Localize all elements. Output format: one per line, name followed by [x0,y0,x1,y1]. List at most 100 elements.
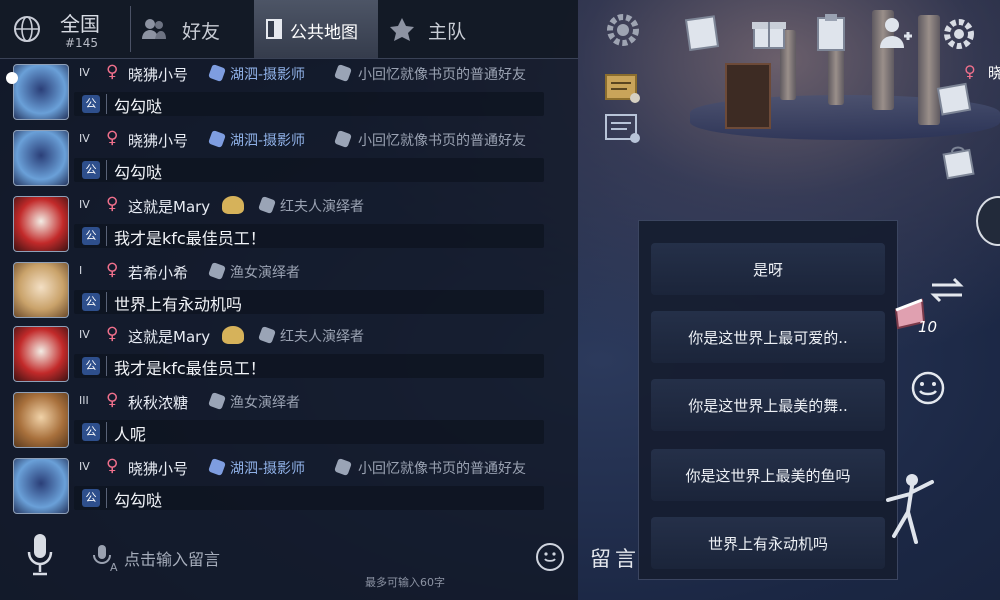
divider [106,488,107,508]
female-icon: ♀ [106,128,119,148]
quick-reply-panel: 是呀 你是这世界上最可爱的.. 你是这世界上最美的舞.. 你是这世界上最美的鱼吗… [638,220,898,580]
tab-team-label: 主队 [428,21,467,43]
tab-divider [130,6,131,52]
message-input[interactable] [124,546,504,572]
player-subtitle: 红夫人演绎者 [280,199,364,215]
public-channel-badge: 公 [82,357,100,375]
avatar[interactable] [13,196,69,252]
female-icon: ♀ [106,324,119,344]
emote-smiley-icon[interactable] [910,370,946,406]
divider [106,94,107,114]
avatar[interactable] [13,262,69,318]
rank-badge: III [79,394,89,407]
chat-message: IV ♀ 这就是Mary 红夫人演绎者 公 我才是kfc最佳员工！ [0,194,578,258]
player-subtitle: 渔女演绎者 [230,265,300,281]
public-channel-badge: 公 [82,489,100,507]
public-channel-badge: 公 [82,293,100,311]
public-channel-badge: 公 [82,95,100,113]
player-subtitle: 小回忆就像书页的普通好友 [358,461,526,477]
player-name[interactable]: 晓狒小号 [128,130,188,151]
chat-message: III ♀ 秋秋浓糖 渔女演绎者 公 人呢 [0,390,578,454]
message-text: 人呢 [114,425,147,444]
clipboard-icon[interactable] [812,12,852,54]
player-subtitle: 渔女演绎者 [230,395,300,411]
friend-request-icon[interactable] [876,12,918,54]
rank-badge: IV [79,66,90,79]
public-channel-badge: 公 [82,227,100,245]
avatar[interactable] [13,326,69,382]
dance-action-icon[interactable] [882,470,938,550]
settings-gear-icon[interactable] [940,15,978,53]
message-text: 勾勾哒 [114,163,163,182]
quick-reply-item[interactable]: 你是这世界上最美的舞.. [651,379,885,431]
title-gem-icon [208,392,226,410]
female-icon: ♀ [106,62,119,82]
post-message-button[interactable]: 留言 [590,543,640,573]
chat-message: IV ♀ 晓狒小号 湖泗-摄影师 小回忆就像书页的普通好友 公 勾勾哒 [0,128,578,192]
title-gem-icon [258,326,276,344]
chat-message: I ♀ 若希小希 渔女演绎者 公 世界上有永动机吗 [0,260,578,324]
swap-arrows-icon[interactable] [928,276,966,304]
player-name-partial: 晓 [988,64,1000,82]
shopping-bag-icon[interactable] [938,140,980,182]
female-icon: ♀ [106,456,119,476]
tab-national-rank: #145 [65,36,98,50]
player-name[interactable]: 这就是Mary [128,196,210,217]
avatar[interactable] [13,64,69,120]
exchange-card-icon[interactable] [682,12,724,54]
female-icon: ♀ [106,260,119,280]
player-name[interactable]: 晓狒小号 [128,458,188,479]
title-gem-icon [334,130,352,148]
chat-message: IV ♀ 晓狒小号 湖泗-摄影师 小回忆就像书页的普通好友 公 勾勾哒 [0,62,578,126]
player-name[interactable]: 晓狒小号 [128,64,188,85]
avatar[interactable] [13,458,69,514]
quick-reply-item[interactable]: 世界上有永动机吗 [651,517,885,569]
player-name[interactable]: 秋秋浓糖 [128,392,188,413]
tab-national-label: 全国 [60,12,100,36]
player-title: 湖泗-摄影师 [230,67,306,83]
avatar[interactable] [13,130,69,186]
female-icon: ♀ [106,390,119,410]
tab-friends[interactable]: 好友 [132,0,252,58]
microphone-icon[interactable] [25,530,55,578]
player-title: 湖泗-摄影师 [230,461,306,477]
message-settings-icon[interactable] [603,112,643,146]
title-gem-icon [208,458,226,476]
crown-badge-icon [222,326,244,344]
quick-reply-item[interactable]: 你是这世界上最美的鱼吗 [651,449,885,501]
avatar[interactable] [13,392,69,448]
unread-dot [6,72,18,84]
tab-friends-label: 好友 [182,21,221,43]
notice-board-icon[interactable] [603,72,643,106]
player-name[interactable]: 若希小希 [128,262,188,283]
title-gem-icon [208,130,226,148]
public-channel-badge: 公 [82,423,100,441]
gear-icon[interactable] [603,10,643,50]
input-limit-hint: 最多可输入60字 [365,576,445,589]
chat-message: IV ♀ 这就是Mary 红夫人演绎者 公 我才是kfc最佳员工！ [0,324,578,388]
divider [106,422,107,442]
rank-badge: IV [79,460,90,473]
player-name[interactable]: 这就是Mary [128,326,210,347]
photo-album-icon[interactable] [934,78,976,120]
cabinet [725,63,771,129]
tab-team[interactable]: 主队 [380,0,500,58]
public-channel-badge: 公 [82,161,100,179]
tab-national[interactable]: 全国 #145 [0,0,128,58]
chat-panel: 全国 #145 好友 公共地图 主队 IV ♀ 晓狒小号 湖泗-摄影师 小回忆就… [0,0,578,600]
quick-reply-item[interactable]: 是呀 [651,243,885,295]
map-book-icon [266,19,282,39]
player-subtitle: 小回忆就像书页的普通好友 [358,67,526,83]
gift-icon[interactable] [748,12,790,54]
voice-text-icon[interactable]: A [92,543,120,573]
rank-badge: I [79,264,83,277]
quick-reply-item[interactable]: 你是这世界上最可爱的.. [651,311,885,363]
smiley-icon [544,552,556,562]
message-bubble: 公 勾勾哒 [74,158,544,182]
message-text: 勾勾哒 [114,97,163,116]
title-gem-icon [334,64,352,82]
divider [106,292,107,312]
divider [106,356,107,376]
emoji-button[interactable] [536,543,564,571]
tab-public-map[interactable]: 公共地图 [254,0,378,58]
